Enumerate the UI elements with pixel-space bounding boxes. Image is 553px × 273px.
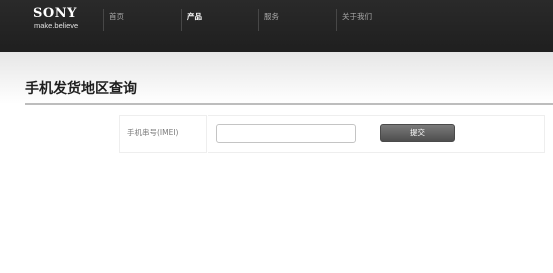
nav-divider — [103, 9, 104, 31]
nav-divider — [181, 9, 182, 31]
nav-item-about[interactable]: 关于我们 — [342, 12, 372, 22]
site-header: SONY make.believe 首页 产品 服务 关于我们 — [0, 0, 553, 52]
nav-item-home[interactable]: 首页 — [109, 12, 124, 22]
submit-button[interactable]: 提交 — [380, 124, 455, 142]
nav-divider — [258, 9, 259, 31]
imei-label: 手机串号(IMEI) — [127, 128, 179, 137]
title-divider — [25, 103, 553, 105]
brand-tagline: make.believe — [34, 21, 79, 30]
nav-item-service[interactable]: 服务 — [264, 12, 279, 22]
imei-input[interactable] — [216, 124, 356, 143]
sony-logo[interactable]: SONY make.believe — [33, 7, 93, 31]
nav-item-products[interactable]: 产品 — [187, 12, 202, 22]
page-title: 手机发货地区查询 — [25, 81, 137, 97]
nav-divider — [336, 9, 337, 31]
brand-name: SONY — [33, 6, 77, 21]
